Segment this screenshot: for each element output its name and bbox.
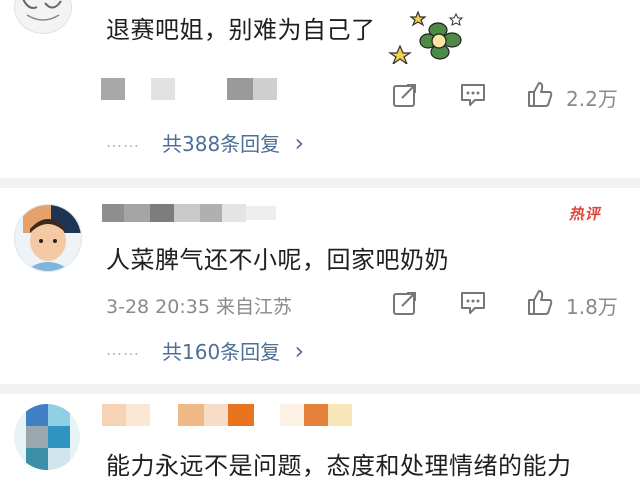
chevron-right-icon: › bbox=[294, 129, 305, 157]
like-count: 1.8万 bbox=[566, 295, 618, 319]
share-icon[interactable] bbox=[392, 290, 418, 316]
share-icon[interactable] bbox=[392, 82, 418, 108]
comment-timestamp-location: 3-28 20:35 来自江苏 bbox=[106, 296, 292, 318]
comment-text: 人菜脾气还不小呢，回家吧奶奶 bbox=[106, 246, 449, 274]
avatar-doodle-icon bbox=[22, 0, 62, 21]
avatar[interactable] bbox=[14, 204, 82, 272]
avatar[interactable] bbox=[14, 404, 80, 470]
thumbs-up-icon[interactable] bbox=[526, 80, 554, 108]
thumbs-up-icon[interactable] bbox=[526, 288, 554, 316]
comment-icon[interactable] bbox=[459, 290, 487, 316]
avatar-cartoon-icon bbox=[23, 205, 81, 271]
reply-count-label: 共388条回复 bbox=[162, 132, 281, 156]
view-replies-link[interactable]: 共160条回复 › bbox=[162, 336, 304, 365]
like-count: 2.2万 bbox=[566, 87, 618, 111]
reply-count-label: 共160条回复 bbox=[162, 340, 281, 364]
comment-text: 退赛吧姐，别难为自己了 bbox=[106, 16, 376, 44]
comment-text: 能力永远不是问题，态度和处理情绪的能力 bbox=[106, 452, 572, 480]
divider bbox=[0, 384, 640, 394]
reply-dots: …… bbox=[106, 132, 140, 151]
avatar[interactable] bbox=[14, 0, 72, 34]
reply-dots: …… bbox=[106, 340, 140, 359]
comment-icon[interactable] bbox=[459, 82, 487, 108]
view-replies-link[interactable]: 共388条回复 › bbox=[162, 128, 304, 157]
flower-emoji-icon bbox=[388, 10, 464, 64]
chevron-right-icon: › bbox=[294, 337, 305, 365]
hot-comment-badge: 热评 bbox=[567, 205, 604, 223]
divider bbox=[0, 178, 640, 188]
avatar-pixelated-icon bbox=[26, 404, 70, 470]
